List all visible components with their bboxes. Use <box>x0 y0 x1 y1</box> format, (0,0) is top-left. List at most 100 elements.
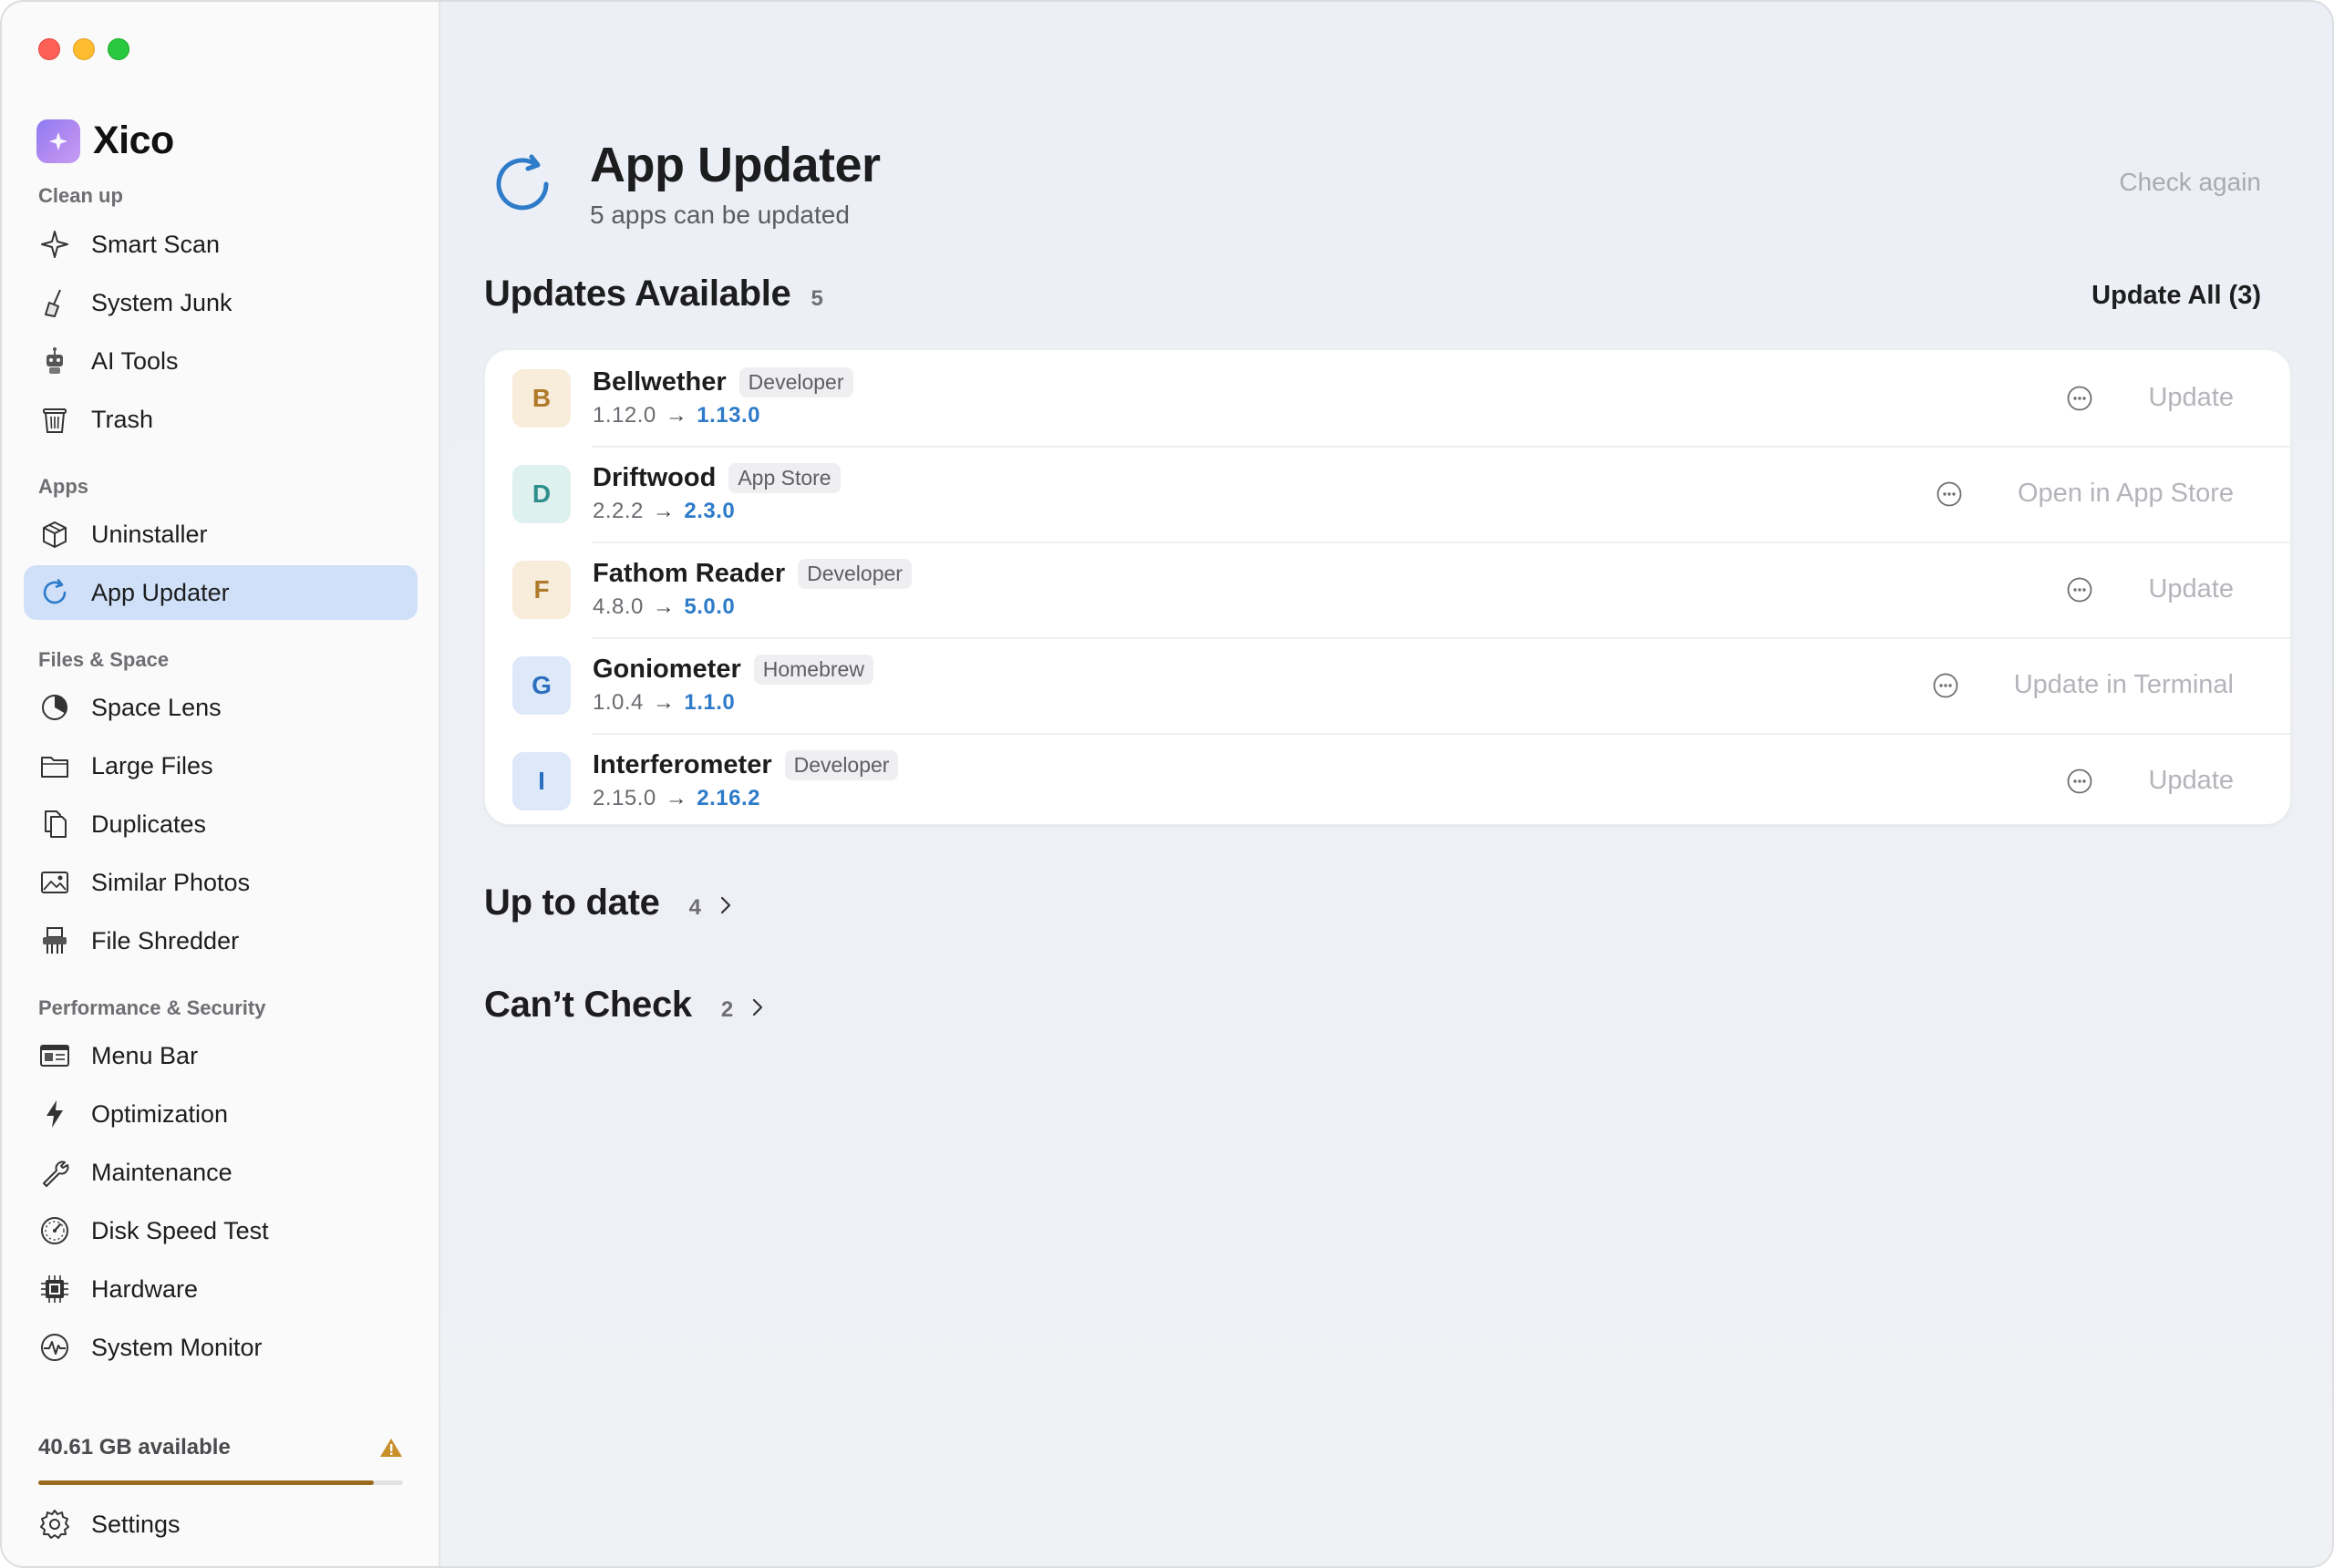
new-version: 1.1.0 <box>684 690 736 715</box>
app-name: Interferometer <box>593 750 772 779</box>
sidebar-item-system-junk[interactable]: System Junk <box>24 275 418 330</box>
sidebar-item-file-shredder[interactable]: File Shredder <box>24 913 418 968</box>
section-files-space: Files & Space <box>38 648 170 671</box>
zoom-window-button[interactable] <box>108 38 129 60</box>
version-info: 1.0.4 → 1.1.0 <box>593 690 873 716</box>
list-item[interactable]: F Fathom Reader Developer 4.8.0 → 5.0.0 … <box>485 542 2290 637</box>
arrow-right-icon: → <box>652 594 676 619</box>
sidebar-item-label: Smart Scan <box>91 230 221 258</box>
arrow-right-icon: → <box>652 499 676 523</box>
photo-icon <box>41 872 68 893</box>
pie-icon <box>42 695 67 720</box>
sidebar-item-menu-bar[interactable]: Menu Bar <box>24 1028 418 1083</box>
up-to-date-toggle[interactable]: Up to date 4 <box>484 882 738 923</box>
section-title: Updates Available <box>484 273 791 314</box>
app-window: Xico Clean up Smart Scan System Junk AI … <box>0 0 2334 1568</box>
app-logo-icon <box>36 119 80 163</box>
source-badge: Developer <box>784 750 899 780</box>
sidebar-item-large-files[interactable]: Large Files <box>24 738 418 793</box>
close-window-button[interactable] <box>38 38 60 60</box>
cant-check-toggle[interactable]: Can’t Check 2 <box>484 985 769 1026</box>
sidebar-item-label: Menu Bar <box>91 1041 199 1069</box>
page-title: App Updater <box>590 138 881 192</box>
sidebar-item-duplicates[interactable]: Duplicates <box>24 797 418 851</box>
sidebar-item-optimization[interactable]: Optimization <box>24 1087 418 1141</box>
more-icon[interactable] <box>1936 480 1963 508</box>
refresh-icon <box>496 154 549 211</box>
duplicate-icon <box>45 810 67 838</box>
new-version: 5.0.0 <box>684 594 736 619</box>
check-again-button[interactable]: Check again <box>2119 168 2261 197</box>
new-version: 2.16.2 <box>697 786 760 810</box>
list-item[interactable]: G Goniometer Homebrew 1.0.4 → 1.1.0 Upda… <box>485 637 2290 733</box>
sidebar-item-label: Similar Photos <box>91 868 251 896</box>
more-icon[interactable] <box>2066 385 2093 412</box>
update-button[interactable]: Update <box>2148 383 2234 413</box>
list-item[interactable]: D Driftwood App Store 2.2.2 → 2.3.0 Open… <box>485 446 2290 542</box>
sidebar-item-hardware[interactable]: Hardware <box>24 1262 418 1316</box>
sidebar: Xico Clean up Smart Scan System Junk AI … <box>2 2 440 1566</box>
sidebar-item-uninstaller[interactable]: Uninstaller <box>24 507 418 562</box>
sidebar-item-trash[interactable]: Trash <box>24 392 418 447</box>
sidebar-item-label: Disk Speed Test <box>91 1216 269 1244</box>
open-in-app-store-button[interactable]: Open in App Store <box>2018 479 2234 509</box>
source-badge: Homebrew <box>753 655 873 685</box>
sidebar-item-ai-tools[interactable]: AI Tools <box>24 334 418 388</box>
update-all-button[interactable]: Update All (3) <box>2091 281 2261 311</box>
section-title: Up to date <box>484 882 660 923</box>
minimize-window-button[interactable] <box>73 38 95 60</box>
section-clean-up: Clean up <box>38 184 123 207</box>
sidebar-item-label: Hardware <box>91 1274 199 1303</box>
version-info: 2.2.2 → 2.3.0 <box>593 499 841 524</box>
app-avatar: B <box>512 368 571 428</box>
trash-icon <box>43 408 67 433</box>
new-version: 2.3.0 <box>684 499 736 523</box>
window-controls <box>38 38 129 60</box>
sidebar-item-partial[interactable] <box>24 1378 418 1411</box>
update-button[interactable]: Update <box>2148 574 2234 604</box>
sidebar-item-label: Duplicates <box>91 810 207 838</box>
settings-button[interactable]: Settings <box>38 1508 181 1541</box>
updates-available-header: Updates Available 5 <box>484 273 823 315</box>
more-icon[interactable] <box>2066 576 2093 603</box>
warning-icon <box>380 1439 402 1457</box>
app-name: Goniometer <box>593 655 741 684</box>
version-info: 2.15.0 → 2.16.2 <box>593 786 898 811</box>
version-info: 4.8.0 → 5.0.0 <box>593 594 912 620</box>
update-in-terminal-button[interactable]: Update in Terminal <box>2014 670 2234 700</box>
sidebar-item-maintenance[interactable]: Maintenance <box>24 1145 418 1200</box>
current-version: 2.2.2 <box>593 499 644 523</box>
settings-label: Settings <box>91 1510 181 1538</box>
menubar-icon <box>40 1045 69 1067</box>
source-badge: Developer <box>738 367 853 397</box>
sidebar-item-label: System Monitor <box>91 1333 263 1361</box>
sidebar-item-app-updater[interactable]: App Updater <box>24 565 418 620</box>
arrow-right-icon: → <box>665 403 688 428</box>
current-version: 4.8.0 <box>593 594 644 619</box>
sidebar-item-similar-photos[interactable]: Similar Photos <box>24 855 418 910</box>
brand: Xico <box>36 119 174 163</box>
page-header: App Updater 5 apps can be updated <box>486 137 881 230</box>
sidebar-item-disk-speed-test[interactable]: Disk Speed Test <box>24 1203 418 1258</box>
sidebar-item-label: Optimization <box>91 1099 229 1128</box>
storage-indicator: 40.61 GB available <box>38 1435 403 1485</box>
list-item[interactable]: I Interferometer Developer 2.15.0 → 2.16… <box>485 733 2290 829</box>
source-badge: Developer <box>798 559 912 589</box>
sidebar-item-space-lens[interactable]: Space Lens <box>24 680 418 735</box>
update-button[interactable]: Update <box>2148 766 2234 796</box>
sidebar-item-system-monitor[interactable]: System Monitor <box>24 1320 418 1375</box>
sidebar-item-label: Space Lens <box>91 693 222 721</box>
current-version: 1.0.4 <box>593 690 644 715</box>
more-icon[interactable] <box>1932 672 1959 699</box>
arrow-right-icon: → <box>665 786 688 810</box>
gear-icon <box>40 1510 69 1539</box>
sidebar-item-smart-scan[interactable]: Smart Scan <box>24 217 418 272</box>
main-content: App Updater 5 apps can be updated Check … <box>440 2 2332 1566</box>
sparkle-icon <box>41 231 68 258</box>
page-subtitle: 5 apps can be updated <box>590 201 850 229</box>
source-badge: App Store <box>728 463 841 493</box>
sidebar-item-label: AI Tools <box>91 346 179 375</box>
list-item[interactable]: B Bellwether Developer 1.12.0 → 1.13.0 U… <box>485 350 2290 446</box>
sidebar-item-label: Trash <box>91 405 154 433</box>
more-icon[interactable] <box>2066 768 2093 795</box>
